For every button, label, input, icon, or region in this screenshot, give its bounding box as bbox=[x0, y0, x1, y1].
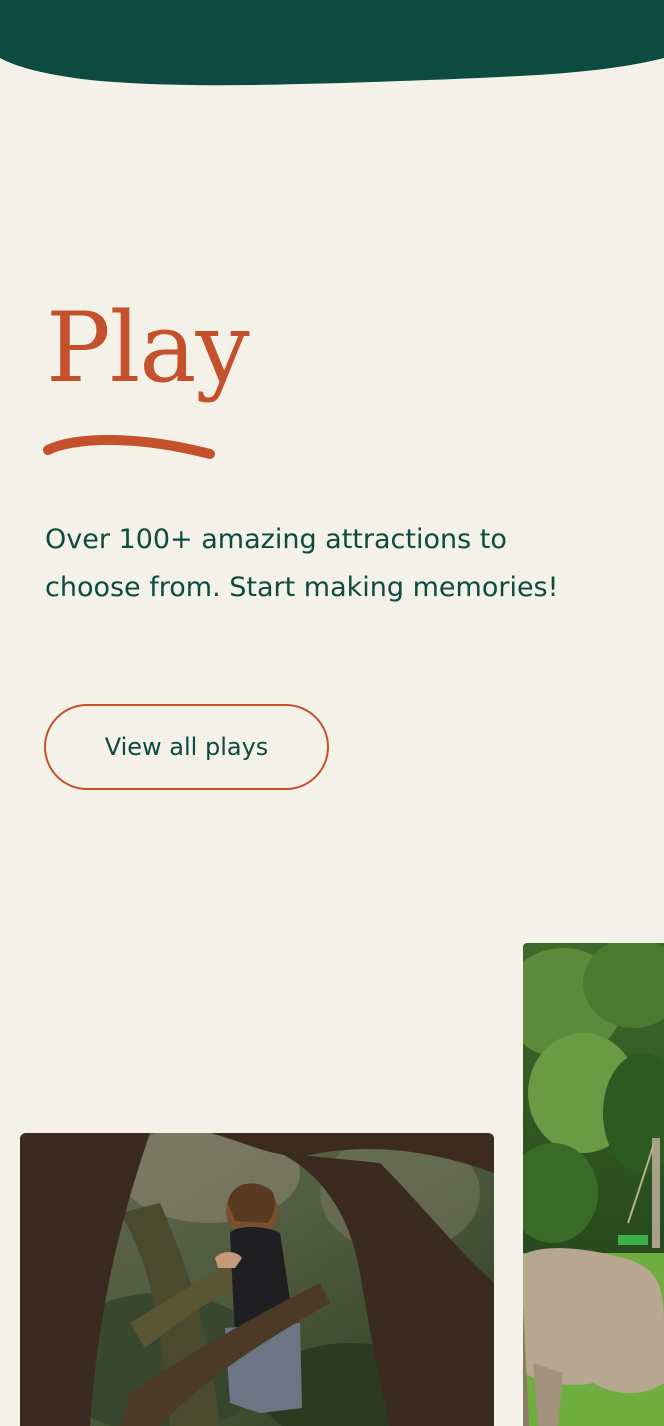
pony-photo-illustration bbox=[523, 943, 664, 1426]
page-title: Play bbox=[46, 292, 250, 404]
view-all-plays-button[interactable]: View all plays bbox=[44, 704, 329, 790]
gallery-image-pony[interactable] bbox=[523, 943, 664, 1426]
gallery-image-woodland[interactable] bbox=[20, 1133, 494, 1426]
header-wave-band bbox=[0, 0, 664, 86]
hero-description: Over 100+ amazing attractions to choose … bbox=[45, 524, 559, 603]
title-underline-decoration bbox=[43, 435, 215, 459]
woodland-photo-illustration bbox=[20, 1133, 494, 1426]
